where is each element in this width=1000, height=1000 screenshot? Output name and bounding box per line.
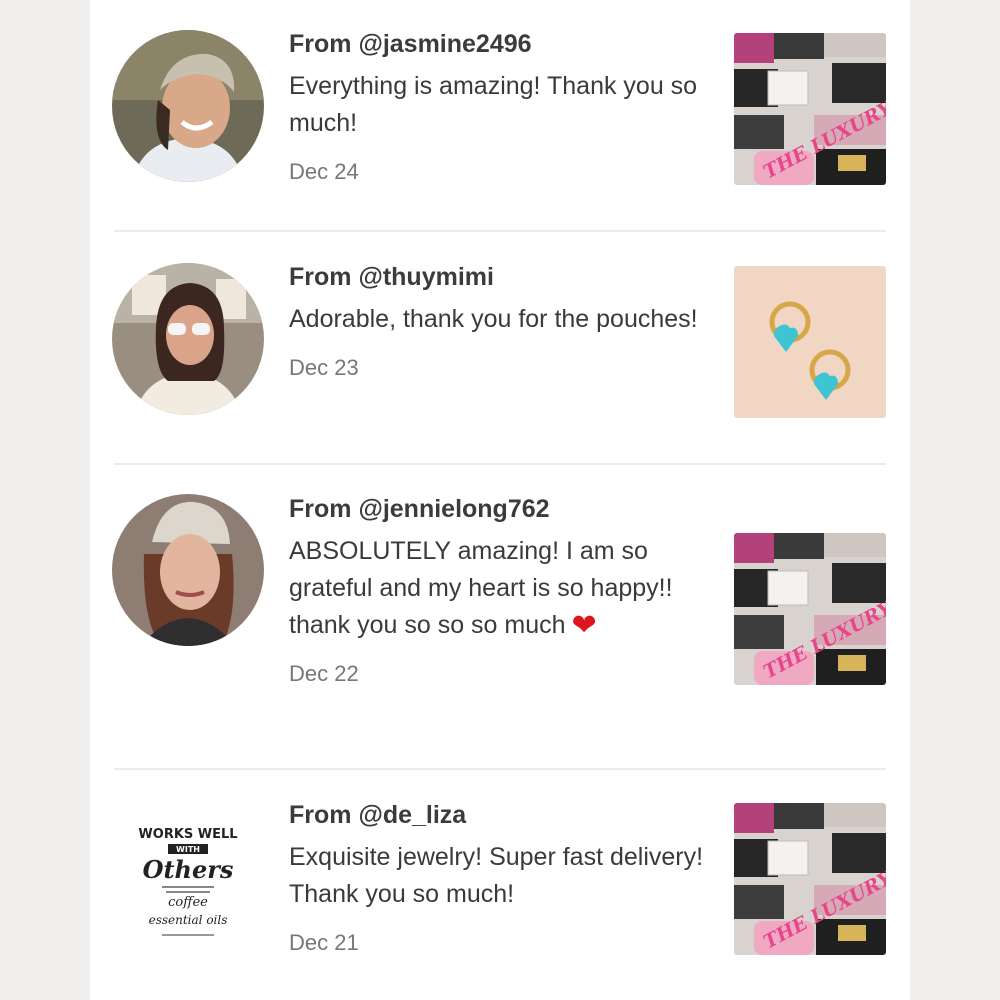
bags-photo-icon: THE LUXURY LOOP LOVE THEM xyxy=(734,33,886,185)
red-heart-icon: ❤ xyxy=(571,609,597,642)
works-well-logo-icon: WORKS WELL WITH Others coffee essential … xyxy=(112,800,264,952)
logo-coffee-text: coffee xyxy=(168,895,208,910)
review-message-text: ABSOLUTELY amazing! I am so grateful and… xyxy=(289,537,673,639)
divider xyxy=(114,463,886,465)
review-date: Dec 22 xyxy=(289,661,359,686)
divider xyxy=(114,230,886,232)
reviewer-username[interactable]: From @de_liza xyxy=(289,799,709,831)
review-text: From @jasmine2496 Everything is amazing!… xyxy=(289,28,709,186)
review-message: Exquisite jewelry! Super fast delivery! … xyxy=(289,843,704,908)
review-date: Dec 23 xyxy=(289,355,359,380)
review-message: Adorable, thank you for the pouches! xyxy=(289,305,698,333)
bags-photo-icon: THE LUXURY LOOP LOVE THEM xyxy=(734,533,886,685)
reviewer-username[interactable]: From @jennielong762 xyxy=(289,493,709,525)
avatar-photo-icon xyxy=(112,494,264,646)
reviewer-avatar[interactable] xyxy=(112,494,264,646)
reviewer-avatar[interactable] xyxy=(112,30,264,182)
divider xyxy=(114,768,886,770)
review-date: Dec 24 xyxy=(289,159,359,184)
review-text: From @thuymimi Adorable, thank you for t… xyxy=(289,261,709,382)
reviewer-username[interactable]: From @jasmine2496 xyxy=(289,28,709,60)
review-date: Dec 21 xyxy=(289,930,359,955)
reviewer-avatar[interactable] xyxy=(112,263,264,415)
logo-script-text: Others xyxy=(143,855,234,884)
review-message: ABSOLUTELY amazing! I am so grateful and… xyxy=(289,533,709,644)
review-text: From @jennielong762 ABSOLUTELY amazing! … xyxy=(289,493,709,688)
reviewer-avatar[interactable]: WORKS WELL WITH Others coffee essential … xyxy=(112,800,264,952)
avatar-photo-icon xyxy=(112,30,264,182)
item-thumbnail[interactable]: THE LUXURY LOOP LOVE THEM xyxy=(734,33,886,185)
item-thumbnail[interactable] xyxy=(734,266,886,418)
reviews-panel: From @jasmine2496 Everything is amazing!… xyxy=(90,0,910,1000)
logo-top-text: WORKS WELL xyxy=(138,827,237,842)
item-thumbnail[interactable]: THE LUXURY LOOP LOVE THEM xyxy=(734,803,886,955)
review-message: Everything is amazing! Thank you so much… xyxy=(289,72,698,137)
bags-photo-icon: THE LUXURY LOOP LOVE THEM xyxy=(734,803,886,955)
logo-oils-text: essential oils xyxy=(149,913,228,927)
item-thumbnail[interactable]: THE LUXURY LOOP LOVE THEM xyxy=(734,533,886,685)
logo-with-text: WITH xyxy=(176,845,200,854)
avatar-photo-icon xyxy=(112,263,264,415)
review-text: From @de_liza Exquisite jewelry! Super f… xyxy=(289,799,709,957)
earrings-photo-icon xyxy=(734,266,886,418)
reviewer-username[interactable]: From @thuymimi xyxy=(289,261,709,293)
